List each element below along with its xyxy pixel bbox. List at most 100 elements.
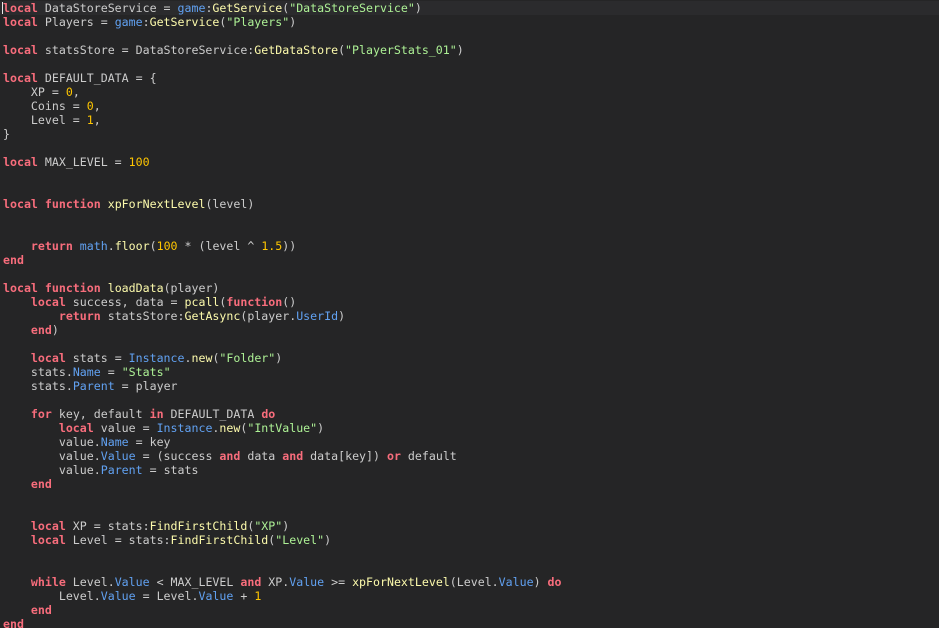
code-line[interactable] xyxy=(3,393,562,407)
code-line[interactable] xyxy=(3,29,562,43)
code-token: XP = xyxy=(3,85,66,99)
code-token: "Folder" xyxy=(219,351,276,365)
code-line[interactable] xyxy=(3,561,562,575)
code-line[interactable]: local MAX_LEVEL = 100 xyxy=(3,155,562,169)
code-token: floor xyxy=(114,239,150,253)
code-line[interactable]: for key, default in DEFAULT_DATA do xyxy=(3,407,562,421)
code-line[interactable]: stats.Name = "Stats" xyxy=(3,365,562,379)
code-line[interactable]: local DEFAULT_DATA = { xyxy=(3,71,562,85)
code-token: stats. xyxy=(3,379,73,393)
code-token: new xyxy=(191,351,213,365)
code-line[interactable]: local function xpForNextLevel(level) xyxy=(3,197,562,211)
code-line[interactable]: local success, data = pcall(function() xyxy=(3,295,562,309)
code-line[interactable]: return statsStore:GetAsync(player.UserId… xyxy=(3,309,562,323)
code-token: in xyxy=(149,407,164,421)
code-line[interactable]: end xyxy=(3,477,562,491)
code-token: "XP" xyxy=(254,519,283,533)
code-token: "DataStoreService" xyxy=(289,1,415,15)
code-line[interactable] xyxy=(3,225,562,239)
code-token: MAX_LEVEL = xyxy=(37,155,129,169)
code-line[interactable] xyxy=(3,57,562,71)
code-line[interactable]: end xyxy=(3,617,562,628)
code-line[interactable] xyxy=(3,505,562,519)
code-line[interactable] xyxy=(3,267,562,281)
code-token: * (level ^ xyxy=(177,239,262,253)
code-line[interactable]: Level.Value = Level.Value + 1 xyxy=(3,589,562,603)
code-token: ) xyxy=(317,421,325,435)
code-token: statsStore: xyxy=(100,309,185,323)
code-token: function xyxy=(44,197,101,211)
code-line[interactable]: value.Value = (success and data and data… xyxy=(3,449,562,463)
code-token: "Stats" xyxy=(121,365,171,379)
code-token: )) xyxy=(282,239,297,253)
code-line[interactable]: local DataStoreService = game:GetService… xyxy=(3,1,562,15)
code-token: local xyxy=(30,295,66,309)
code-token: ( xyxy=(338,43,346,57)
code-line[interactable]: local XP = stats:FindFirstChild("XP") xyxy=(3,519,562,533)
text-cursor xyxy=(2,2,3,14)
code-line[interactable]: end xyxy=(3,253,562,267)
code-token: return xyxy=(58,309,101,323)
code-token: GetService xyxy=(212,1,283,15)
code-line[interactable] xyxy=(3,211,562,225)
code-token: default xyxy=(400,449,457,463)
code-line[interactable] xyxy=(3,547,562,561)
code-token: < MAX_LEVEL xyxy=(149,575,241,589)
code-token: XP. xyxy=(261,575,290,589)
code-line[interactable] xyxy=(3,491,562,505)
code-token: DEFAULT_DATA = { xyxy=(37,71,157,85)
code-token: FindFirstChild xyxy=(149,519,248,533)
code-line[interactable] xyxy=(3,183,562,197)
code-token: Players = xyxy=(37,15,115,29)
code-line[interactable]: local stats = Instance.new("Folder") xyxy=(3,351,562,365)
code-line[interactable]: Coins = 0, xyxy=(3,99,562,113)
code-token: DataStoreService = xyxy=(37,1,178,15)
code-line[interactable]: local Players = game:GetService("Players… xyxy=(3,15,562,29)
code-token: local xyxy=(3,43,38,57)
code-line[interactable]: Level = 1, xyxy=(3,113,562,127)
code-token: Value xyxy=(198,589,234,603)
code-line[interactable] xyxy=(3,337,562,351)
code-token: local xyxy=(58,421,94,435)
code-line[interactable]: local Level = stats:FindFirstChild("Leve… xyxy=(3,533,562,547)
code-token: local xyxy=(3,281,38,295)
code-editor[interactable]: local DataStoreService = game: GetService… xyxy=(0,0,939,628)
code-token: local xyxy=(30,351,66,365)
code-token: game xyxy=(177,1,206,15)
code-token: data[key]) xyxy=(303,449,387,463)
code-token: 0 xyxy=(65,85,73,99)
code-line[interactable]: XP = 0, xyxy=(3,85,562,99)
code-line[interactable]: local value = Instance.new("IntValue") xyxy=(3,421,562,435)
code-token: 100 xyxy=(128,155,150,169)
code-area[interactable]: local DataStoreService = game: GetService… xyxy=(3,1,562,628)
code-line[interactable]: while Level.Value < MAX_LEVEL and XP.Val… xyxy=(3,575,562,589)
code-token: : xyxy=(142,15,150,29)
code-token: XP = stats: xyxy=(65,519,150,533)
code-token: = key xyxy=(128,435,171,449)
code-line[interactable]: } xyxy=(3,127,562,141)
code-token: = player xyxy=(114,379,178,393)
code-token: end xyxy=(30,603,52,617)
code-line[interactable]: value.Name = key xyxy=(3,435,562,449)
code-line[interactable] xyxy=(3,141,562,155)
code-line[interactable] xyxy=(3,169,562,183)
code-token: value. xyxy=(3,449,101,463)
code-line[interactable]: value.Parent = stats xyxy=(3,463,562,477)
code-line[interactable]: local function loadData(player) xyxy=(3,281,562,295)
code-token: Coins = xyxy=(3,99,87,113)
code-line[interactable]: stats.Parent = player xyxy=(3,379,562,393)
code-line[interactable]: end xyxy=(3,603,562,617)
code-token: = Level. xyxy=(135,589,199,603)
code-token: 1 xyxy=(86,113,94,127)
code-line[interactable]: return math.floor(100 * (level ^ 1.5)) xyxy=(3,239,562,253)
code-line[interactable]: local statsStore = DataStoreService:GetD… xyxy=(3,43,562,57)
code-token: local xyxy=(3,155,38,169)
code-line[interactable]: end) xyxy=(3,323,562,337)
